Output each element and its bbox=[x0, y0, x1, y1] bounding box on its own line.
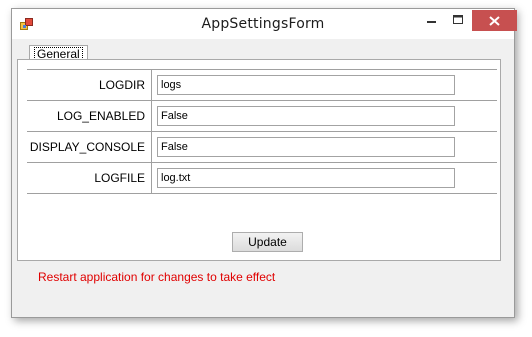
setting-value-input[interactable] bbox=[157, 106, 455, 126]
table-row: LOGFILE bbox=[27, 163, 497, 194]
update-button[interactable]: Update bbox=[232, 232, 303, 252]
setting-value-input[interactable] bbox=[157, 137, 455, 157]
setting-key: LOGFILE bbox=[27, 163, 152, 193]
minimize-icon bbox=[426, 20, 436, 23]
table-row: LOGDIR bbox=[27, 70, 497, 101]
table-row: DISPLAY_CONSOLE bbox=[27, 132, 497, 163]
table-row: LOG_ENABLED bbox=[27, 101, 497, 132]
settings-table: LOGDIR LOG_ENABLED DISPLAY_CONSOLE LOGFI… bbox=[27, 69, 497, 194]
close-button[interactable] bbox=[472, 10, 517, 31]
setting-key: DISPLAY_CONSOLE bbox=[27, 132, 152, 162]
maximize-button[interactable] bbox=[445, 9, 472, 30]
setting-value-input[interactable] bbox=[157, 168, 455, 188]
status-message: Restart application for changes to take … bbox=[38, 270, 276, 284]
tab-panel-general: LOGDIR LOG_ENABLED DISPLAY_CONSOLE LOGFI… bbox=[17, 59, 501, 261]
maximize-icon bbox=[453, 14, 463, 24]
close-icon bbox=[489, 15, 500, 26]
setting-key: LOG_ENABLED bbox=[27, 101, 152, 131]
title-bar[interactable]: AppSettingsForm bbox=[12, 9, 517, 39]
minimize-button[interactable] bbox=[418, 9, 445, 30]
setting-key: LOGDIR bbox=[27, 70, 152, 100]
setting-value-input[interactable] bbox=[157, 75, 455, 95]
